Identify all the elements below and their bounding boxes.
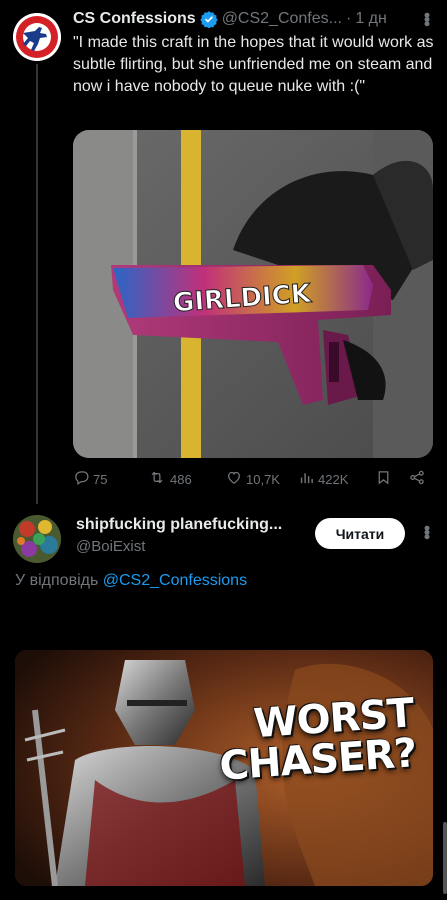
repost-icon	[147, 469, 170, 489]
bookmark-icon	[375, 469, 395, 489]
reply-prefix: У відповідь	[15, 572, 99, 589]
more-icon[interactable]: •••	[417, 12, 437, 25]
reply-count: 75	[93, 471, 108, 487]
tweet-text: "I made this craft in the hopes that it …	[73, 34, 434, 95]
author-avatar[interactable]	[13, 13, 61, 61]
tweet-image[interactable]: GIRLDICK	[73, 130, 433, 458]
repost-button[interactable]: 486	[147, 469, 192, 489]
thread-line	[36, 64, 38, 504]
author-handle[interactable]: @CS2_Confes...	[222, 10, 342, 28]
tweet-header: CS Confessions @CS2_Confes... · 1 дн	[73, 8, 443, 30]
video-title: WORST CHASER?	[218, 690, 418, 790]
reply-author-name[interactable]: shipfucking planefucking...	[76, 516, 282, 534]
follow-button[interactable]: Читати	[315, 518, 405, 549]
scrollbar[interactable]	[443, 822, 447, 894]
views-count: 422K	[318, 471, 349, 487]
tweet-time[interactable]: 1 дн	[355, 10, 387, 28]
like-button[interactable]: 10,7K	[225, 469, 280, 489]
separator-dot: ·	[345, 10, 352, 27]
like-count: 10,7K	[246, 471, 280, 487]
reply-author-handle[interactable]: @BoiExist	[76, 538, 145, 555]
replying-to: У відповідь @CS2_Confessions	[15, 572, 247, 590]
more-icon[interactable]: •••	[417, 525, 437, 538]
reply-button[interactable]: 75	[73, 469, 107, 489]
verified-icon	[199, 10, 218, 29]
repost-count: 486	[170, 471, 192, 487]
tweet-actions: 75 486 10,7K 422K	[73, 468, 433, 490]
share-icon	[408, 469, 429, 489]
author-name[interactable]: CS Confessions	[73, 10, 196, 28]
like-icon	[225, 469, 246, 489]
reply-to-link[interactable]: @CS2_Confessions	[103, 572, 247, 589]
reply-avatar[interactable]	[13, 515, 61, 563]
views-icon	[298, 469, 318, 489]
views-button[interactable]: 422K	[298, 469, 348, 489]
reply-icon	[73, 469, 93, 489]
video-thumbnail[interactable]: WORST CHASER?	[15, 650, 433, 886]
bookmark-button[interactable]	[375, 469, 395, 489]
share-button[interactable]	[408, 469, 429, 489]
